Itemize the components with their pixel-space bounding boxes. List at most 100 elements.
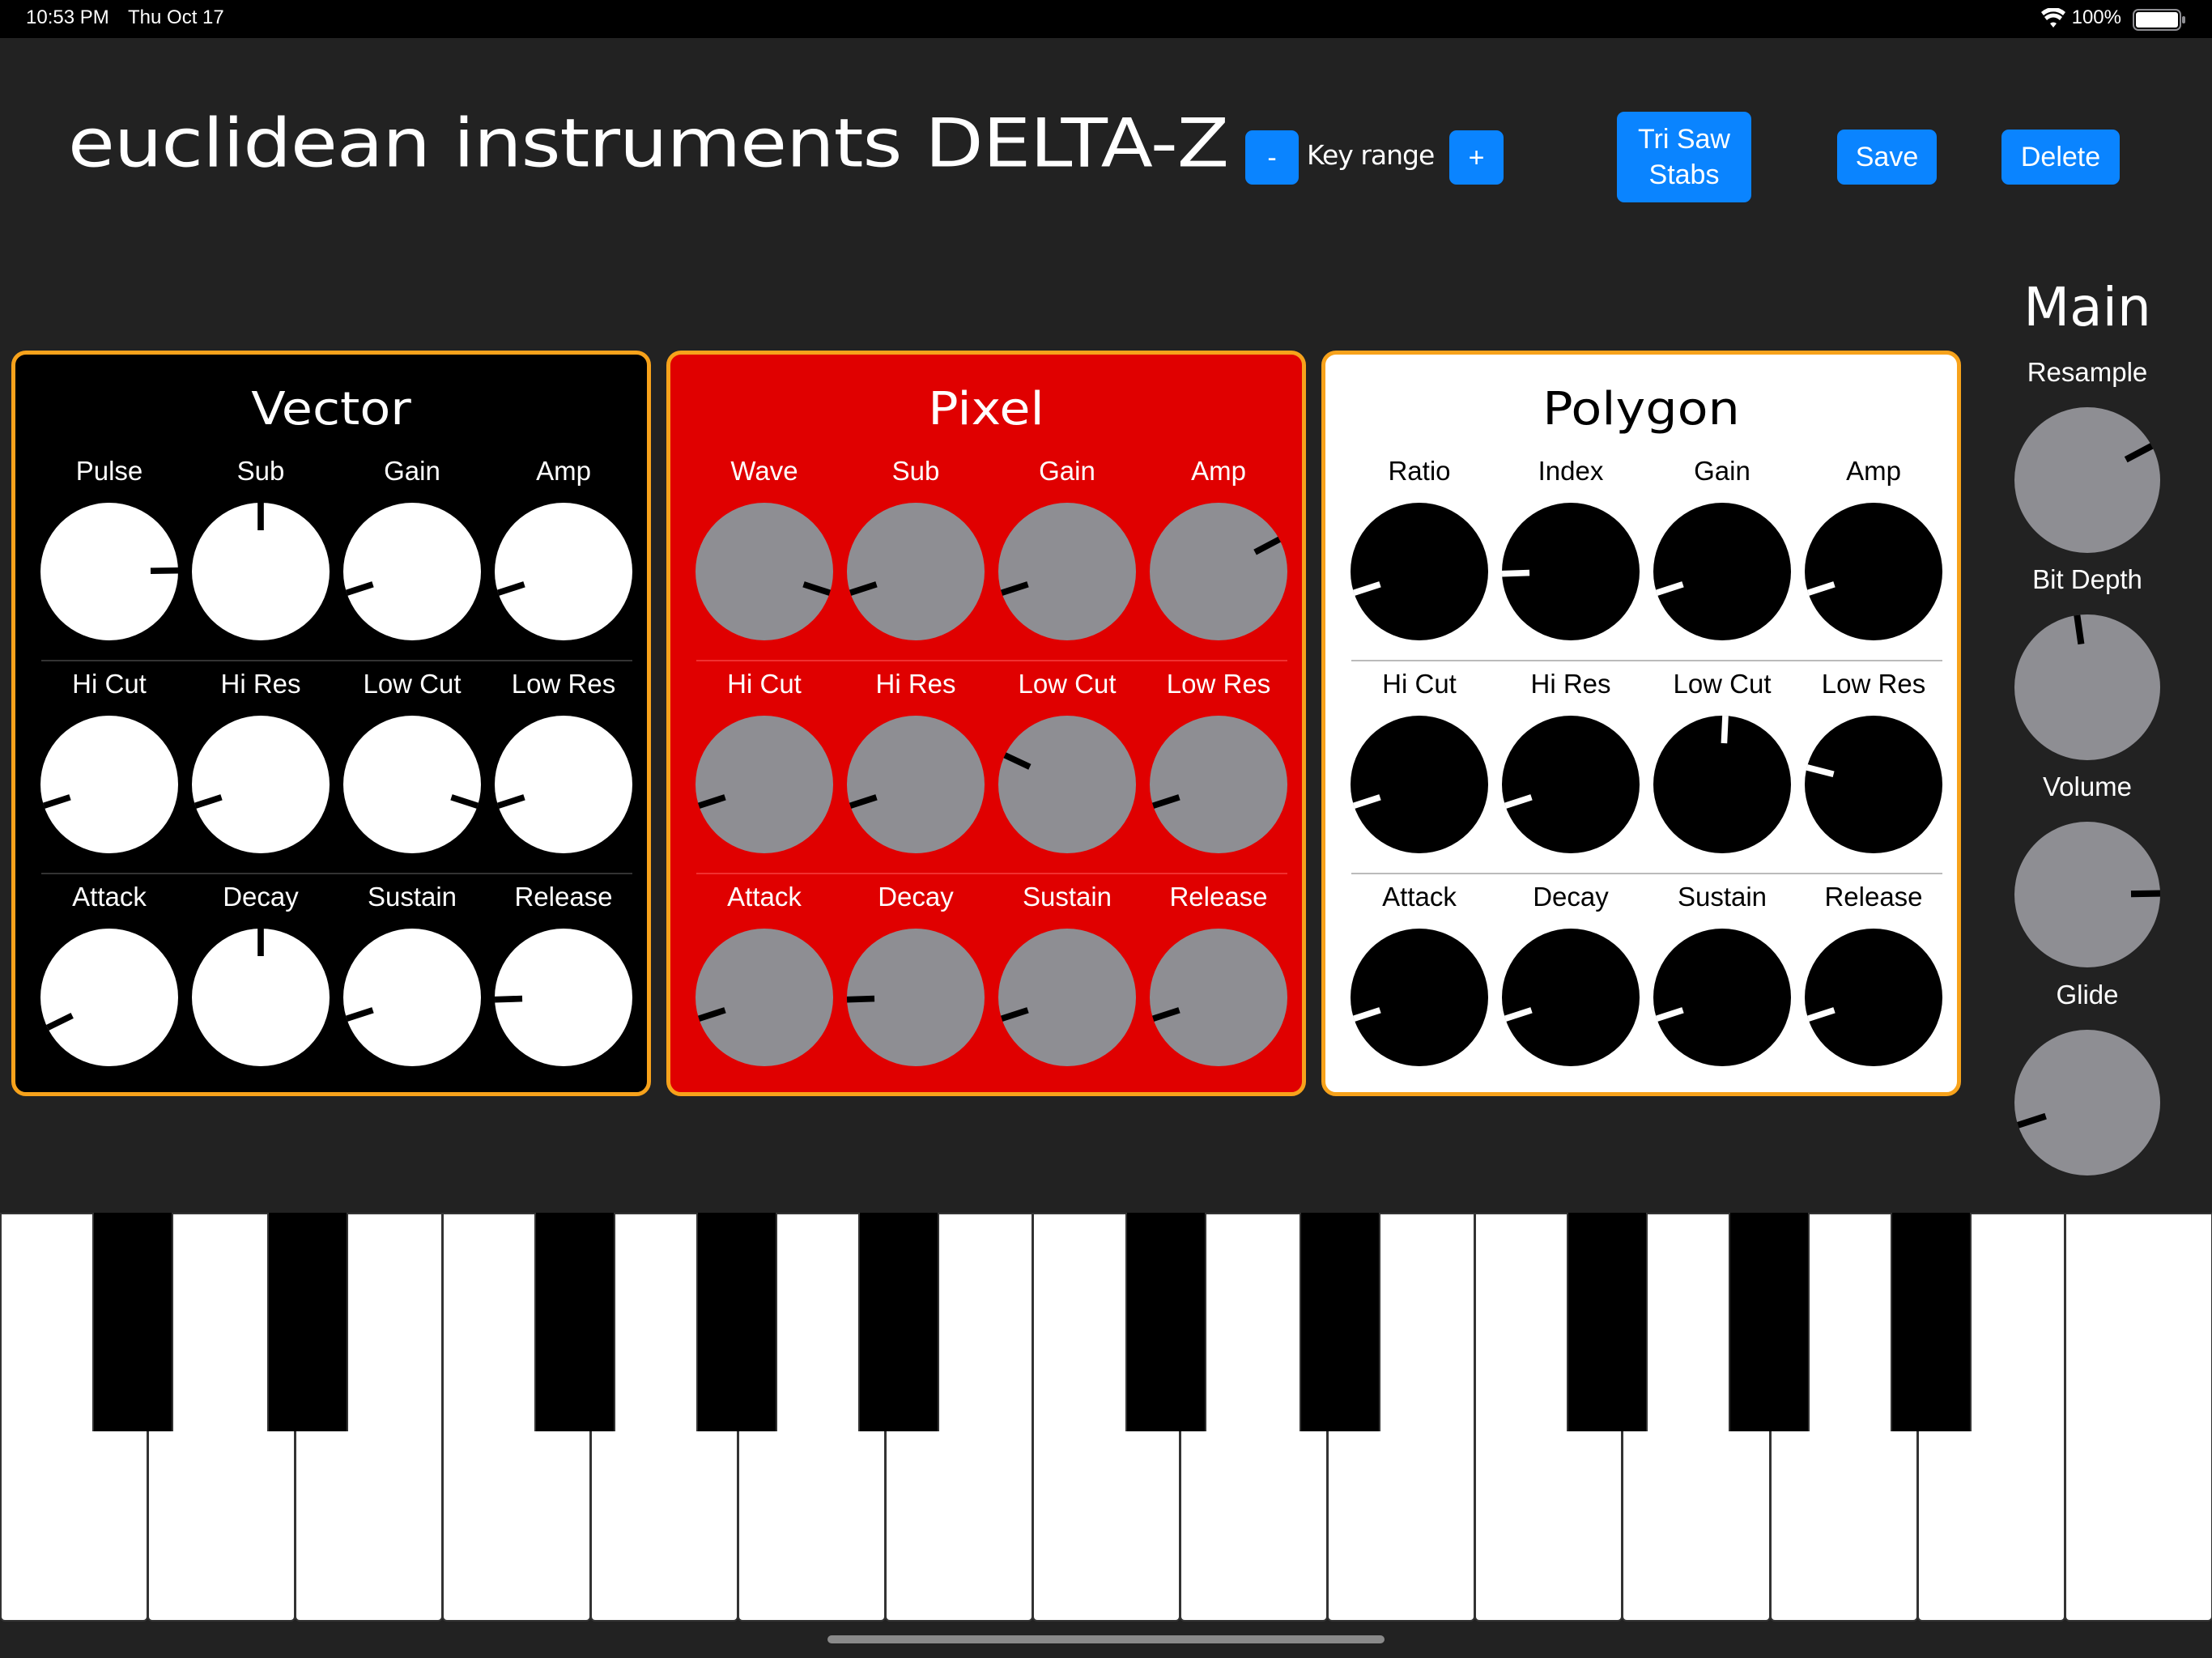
status-time: 10:53 PM (26, 6, 109, 28)
knob-body (998, 716, 1136, 853)
low-cut-label: Low Cut (1673, 669, 1772, 699)
amp-label: Amp (536, 456, 591, 486)
black-key[interactable] (1891, 1213, 1972, 1431)
low-cut-label: Low Cut (363, 669, 462, 699)
resample-knob[interactable] (2014, 407, 2160, 553)
release-knob[interactable] (1150, 929, 1287, 1066)
black-key[interactable] (534, 1213, 615, 1431)
amp-knob[interactable] (495, 503, 632, 640)
gain-knob[interactable] (1653, 503, 1791, 640)
knob-body (696, 716, 833, 853)
delete-button[interactable]: Delete (2001, 130, 2120, 185)
glide-knob[interactable] (2014, 1030, 2160, 1175)
attack-knob[interactable] (1351, 929, 1488, 1066)
low-cut-knob[interactable] (998, 716, 1136, 853)
wave-knob[interactable] (696, 503, 833, 640)
black-key[interactable] (92, 1213, 173, 1431)
knob-body (1805, 503, 1942, 640)
low-cut-knob[interactable] (1653, 716, 1791, 853)
ratio-knob[interactable] (1351, 503, 1488, 640)
decay-knob[interactable] (847, 929, 985, 1066)
volume-label: Volume (2042, 772, 2133, 801)
knob-body (192, 716, 330, 853)
preset-name-line2: Stabs (1648, 159, 1720, 190)
key-range-decrease-button[interactable]: - (1245, 130, 1299, 185)
amp-knob[interactable] (1150, 503, 1287, 640)
panel-title: Vector (251, 381, 411, 436)
attack-knob[interactable] (40, 929, 178, 1066)
preset-button[interactable]: Tri Saw Stabs (1617, 112, 1751, 202)
low-res-label: Low Res (1821, 669, 1926, 699)
key-range-increase-button[interactable]: + (1449, 130, 1504, 185)
amp-knob[interactable] (1805, 503, 1942, 640)
hi-cut-knob[interactable] (1351, 716, 1488, 853)
knob-indicator (495, 995, 523, 1003)
sub-knob[interactable] (192, 503, 330, 640)
white-key[interactable] (2064, 1213, 2212, 1622)
attack-knob[interactable] (696, 929, 833, 1066)
preset-name-line1: Tri Saw (1638, 124, 1730, 155)
release-knob[interactable] (495, 929, 632, 1066)
low-res-label: Low Res (1166, 669, 1271, 699)
sustain-knob[interactable] (1653, 929, 1791, 1066)
black-key[interactable] (1300, 1213, 1380, 1431)
knob-body (1653, 503, 1791, 640)
knob-body (343, 929, 481, 1066)
pulse-knob[interactable] (40, 503, 178, 640)
bit-depth-knob[interactable] (2014, 614, 2160, 760)
hi-cut-label: Hi Cut (72, 669, 147, 699)
hi-cut-label: Hi Cut (1382, 669, 1457, 699)
gain-knob[interactable] (998, 503, 1136, 640)
release-label: Release (514, 882, 613, 912)
low-cut-knob[interactable] (343, 716, 481, 853)
index-knob[interactable] (1502, 503, 1640, 640)
black-key[interactable] (1729, 1213, 1810, 1431)
gain-knob[interactable] (343, 503, 481, 640)
low-res-label: Low Res (511, 669, 616, 699)
sustain-knob[interactable] (998, 929, 1136, 1066)
status-bar: 10:53 PM Thu Oct 17 100% (0, 0, 2212, 38)
release-knob[interactable] (1805, 929, 1942, 1066)
hi-cut-knob[interactable] (40, 716, 178, 853)
knob-body (343, 716, 481, 853)
low-res-knob[interactable] (495, 716, 632, 853)
decay-knob[interactable] (192, 929, 330, 1066)
gain-label: Gain (1039, 456, 1095, 486)
low-res-knob[interactable] (1150, 716, 1287, 853)
hi-cut-knob[interactable] (696, 716, 833, 853)
knob-indicator (1721, 716, 1729, 744)
decay-label: Decay (878, 882, 954, 912)
save-button[interactable]: Save (1837, 130, 1937, 185)
sub-knob[interactable] (847, 503, 985, 640)
black-key[interactable] (1125, 1213, 1206, 1431)
black-key[interactable] (267, 1213, 348, 1431)
battery-percentage: 100% (2071, 6, 2121, 28)
decay-knob[interactable] (1502, 929, 1640, 1066)
low-cut-label: Low Cut (1018, 669, 1117, 699)
release-label: Release (1169, 882, 1268, 912)
index-label: Index (1538, 456, 1604, 486)
black-key[interactable] (858, 1213, 939, 1431)
pulse-label: Pulse (75, 456, 143, 486)
black-key[interactable] (696, 1213, 777, 1431)
knob-indicator (1502, 569, 1530, 577)
knob-body (343, 503, 481, 640)
attack-label: Attack (727, 882, 802, 912)
volume-knob[interactable] (2014, 822, 2160, 967)
battery-icon (2133, 9, 2185, 31)
knob-body (495, 716, 632, 853)
hi-res-knob[interactable] (1502, 716, 1640, 853)
knob-body (40, 716, 178, 853)
attack-label: Attack (1382, 882, 1457, 912)
knob-body (696, 503, 833, 640)
sustain-knob[interactable] (343, 929, 481, 1066)
knob-body (1805, 716, 1942, 853)
panel-title: Pixel (928, 381, 1044, 436)
knob-body (40, 929, 178, 1066)
hi-res-label: Hi Res (220, 669, 301, 699)
low-res-knob[interactable] (1805, 716, 1942, 853)
hi-res-knob[interactable] (192, 716, 330, 853)
black-key[interactable] (1567, 1213, 1648, 1431)
knob-body (696, 929, 833, 1066)
hi-res-knob[interactable] (847, 716, 985, 853)
